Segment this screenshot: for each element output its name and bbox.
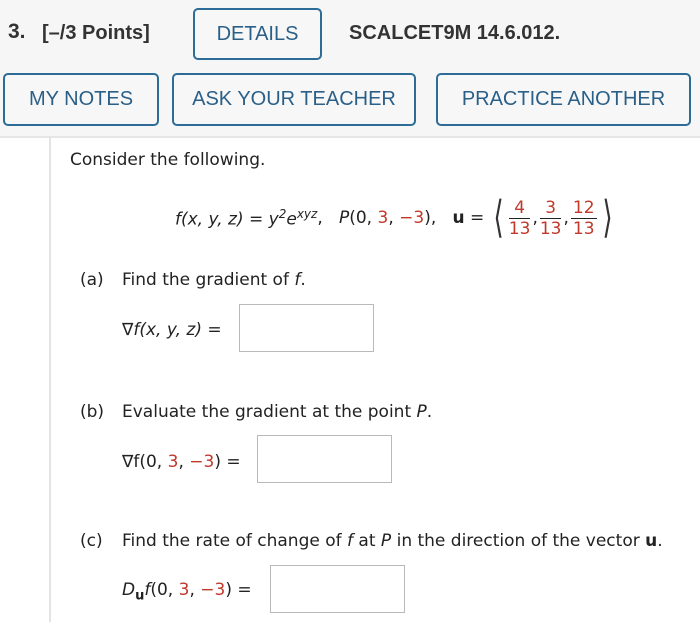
my-notes-button[interactable]: MY NOTES bbox=[3, 73, 159, 126]
vector-component-1: 4 13 bbox=[508, 197, 531, 239]
problem-statement: f(x, y, z) = y2exyz, P(0, 3, −3), u = ⟨ … bbox=[175, 192, 613, 243]
gradient-answer-input[interactable] bbox=[239, 304, 374, 352]
part-c-label: (c) bbox=[80, 531, 103, 551]
content-left-border bbox=[49, 138, 51, 622]
part-c-prompt: Find the rate of change of f at P in the… bbox=[122, 531, 663, 551]
question-header: 3. [–/3 Points] DETAILS SCALCET9M 14.6.0… bbox=[0, 0, 700, 138]
ask-your-teacher-button[interactable]: ASK YOUR TEACHER bbox=[172, 73, 416, 126]
point-definition: P(0, 3, −3), bbox=[338, 208, 437, 228]
problem-code: SCALCET9M 14.6.012. bbox=[349, 22, 561, 44]
points-label: [–/3 Points] bbox=[42, 22, 150, 44]
vector-component-2: 3 13 bbox=[539, 197, 562, 239]
right-angle-bracket: ⟩ bbox=[601, 192, 613, 243]
question-number: 3. bbox=[8, 20, 26, 43]
part-a-label: (a) bbox=[80, 270, 104, 290]
function-definition: f(x, y, z) = y2exyz bbox=[175, 206, 318, 230]
vector-component-3: 12 13 bbox=[570, 197, 597, 239]
part-b-lhs: ∇f(0, 3, −3) = bbox=[122, 452, 241, 472]
details-button[interactable]: DETAILS bbox=[193, 8, 322, 60]
vector-label: u bbox=[452, 208, 465, 228]
left-angle-bracket: ⟨ bbox=[493, 192, 504, 243]
part-b-prompt: Evaluate the gradient at the point P. bbox=[122, 402, 433, 422]
gradient-at-point-answer-input[interactable] bbox=[257, 435, 392, 483]
problem-intro: Consider the following. bbox=[70, 150, 266, 170]
part-c-lhs: Duf(0, 3, −3) = bbox=[122, 580, 252, 604]
equals-sign: = bbox=[469, 208, 485, 228]
part-b-label: (b) bbox=[80, 402, 105, 422]
part-a-lhs: ∇f(x, y, z) = bbox=[122, 320, 222, 340]
directional-derivative-answer-input[interactable] bbox=[270, 565, 405, 613]
practice-another-button[interactable]: PRACTICE ANOTHER bbox=[436, 73, 691, 126]
part-a-prompt: Find the gradient of f. bbox=[122, 270, 306, 290]
